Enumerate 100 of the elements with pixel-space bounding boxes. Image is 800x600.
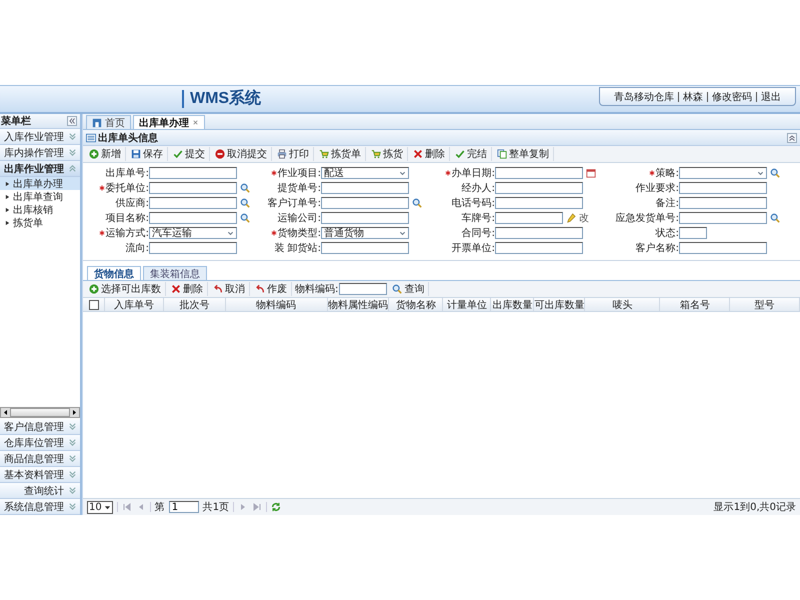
input-field[interactable] (495, 197, 583, 209)
toolbar-button[interactable]: 整单复制 (493, 147, 554, 161)
toolbar-button[interactable]: 取消提交 (211, 147, 272, 161)
search-icon[interactable] (770, 213, 780, 223)
cart-icon (319, 149, 329, 159)
column-header[interactable]: 唛头 (585, 298, 660, 311)
select-field[interactable]: 汽车运输 (149, 227, 237, 239)
input-field[interactable] (149, 242, 237, 254)
scroll-right-icon[interactable] (70, 408, 79, 417)
search-icon[interactable] (770, 168, 780, 178)
input-field[interactable] (149, 212, 237, 224)
menu-group[interactable]: 库内操作管理 (0, 145, 80, 161)
select-field[interactable]: 配送 (321, 167, 409, 179)
close-icon[interactable] (192, 119, 199, 126)
toolbar-button[interactable]: 新增 (85, 147, 126, 161)
toolbar-button[interactable]: 删除 (409, 147, 450, 161)
menu-group[interactable]: 客户信息管理 (0, 419, 80, 435)
input-field[interactable] (679, 242, 767, 254)
user-link[interactable]: 修改密码 (712, 90, 752, 104)
page-total: 共1页 (202, 500, 230, 514)
input-field[interactable] (495, 227, 583, 239)
collapse-icon[interactable] (787, 132, 797, 142)
horizontal-scrollbar[interactable] (0, 407, 80, 418)
input-field[interactable] (495, 212, 563, 224)
column-header[interactable]: 计量单位 (443, 298, 492, 311)
user-link[interactable]: 青岛移动仓库 (614, 90, 674, 104)
menu-group[interactable]: 基本资料管理 (0, 467, 80, 483)
field-label: 电话号码: (450, 197, 495, 209)
toolbar-button[interactable]: 选择可出库数 (85, 282, 166, 296)
menu-item[interactable]: 出库核销 (0, 203, 80, 216)
checkbox[interactable] (88, 300, 98, 310)
toolbar-button[interactable]: 完结 (451, 147, 492, 161)
tab[interactable]: 首页 (86, 115, 131, 129)
search-icon[interactable] (412, 198, 422, 208)
menu-group[interactable]: 仓库库位管理 (0, 435, 80, 451)
form-icon (86, 132, 96, 142)
input-field[interactable] (495, 242, 583, 254)
tab[interactable]: 集装箱信息 (143, 266, 207, 280)
chevron-down-icon (68, 148, 77, 157)
column-header[interactable]: 可出库数量 (534, 298, 586, 311)
menu-group[interactable]: 商品信息管理 (0, 451, 80, 467)
refresh-icon[interactable] (271, 502, 282, 512)
user-link[interactable]: 林森 (683, 90, 703, 104)
menu-item[interactable]: 出库单查询 (0, 190, 80, 203)
input-field[interactable] (321, 197, 409, 209)
pencil-icon[interactable] (566, 213, 576, 223)
page-input[interactable]: 1 (168, 501, 199, 513)
scroll-left-icon[interactable] (1, 408, 10, 417)
menu-group[interactable]: 入库作业管理 (0, 129, 80, 145)
search-icon[interactable] (240, 213, 250, 223)
page-size-select[interactable]: 10 (87, 500, 113, 514)
input-field[interactable] (339, 283, 388, 295)
input-field[interactable] (495, 182, 583, 194)
input-field[interactable] (149, 197, 237, 209)
edit-link[interactable]: 改 (579, 211, 589, 225)
input-field[interactable] (321, 212, 409, 224)
input-field[interactable] (149, 167, 237, 179)
calendar-icon[interactable] (586, 168, 596, 178)
input-field[interactable] (679, 197, 767, 209)
column-header[interactable]: 型号 (730, 298, 800, 311)
search-icon[interactable] (240, 198, 250, 208)
column-header[interactable]: 物料属性编码 (328, 298, 390, 311)
toolbar-button[interactable]: 拣货 (367, 147, 408, 161)
column-header[interactable]: 货物名称 (389, 298, 444, 311)
toolbar-button[interactable]: 提交 (169, 147, 210, 161)
search-button[interactable]: 查询 (388, 282, 430, 296)
menu-group[interactable]: 出库作业管理 (0, 161, 80, 177)
menu-group[interactable]: 系统信息管理 (0, 499, 80, 515)
input-field[interactable] (679, 227, 707, 239)
tab[interactable]: 出库单办理 (133, 115, 205, 129)
toolbar-button[interactable]: 取消 (209, 282, 250, 296)
collapse-icon[interactable] (67, 116, 77, 126)
input-field[interactable] (679, 182, 767, 194)
search-icon[interactable] (240, 183, 250, 193)
field-label: 提货单号: (276, 182, 321, 194)
column-header[interactable]: 批次号 (164, 298, 226, 311)
menu-group[interactable]: 查询统计 (0, 483, 80, 499)
toolbar-button[interactable]: 拣货单 (315, 147, 366, 161)
search-icon[interactable] (392, 284, 402, 294)
field-label: 备注: (654, 197, 679, 209)
tab[interactable]: 货物信息 (87, 266, 141, 280)
toolbar-button[interactable]: 打印 (273, 147, 314, 161)
menu-item[interactable]: 出库单办理 (0, 177, 80, 190)
column-header[interactable]: 箱名号 (660, 298, 730, 311)
input-field[interactable] (321, 242, 409, 254)
menu-item[interactable]: 拣货单 (0, 216, 80, 229)
field-label: 装 卸货站: (273, 242, 321, 254)
date-field[interactable] (495, 167, 583, 179)
select-field[interactable] (679, 167, 767, 179)
input-field[interactable] (321, 182, 409, 194)
column-header[interactable]: 入库单号 (105, 298, 164, 311)
column-header[interactable]: 物料编码 (226, 298, 328, 311)
column-header[interactable]: 出库数量 (491, 298, 534, 311)
user-link[interactable]: 退出 (761, 90, 781, 104)
toolbar-button[interactable]: 保存 (127, 147, 168, 161)
input-field[interactable] (679, 212, 767, 224)
toolbar-button[interactable]: 作废 (251, 282, 292, 296)
select-field[interactable]: 普通货物 (321, 227, 409, 239)
toolbar-button[interactable]: 删除 (167, 282, 208, 296)
input-field[interactable] (149, 182, 237, 194)
